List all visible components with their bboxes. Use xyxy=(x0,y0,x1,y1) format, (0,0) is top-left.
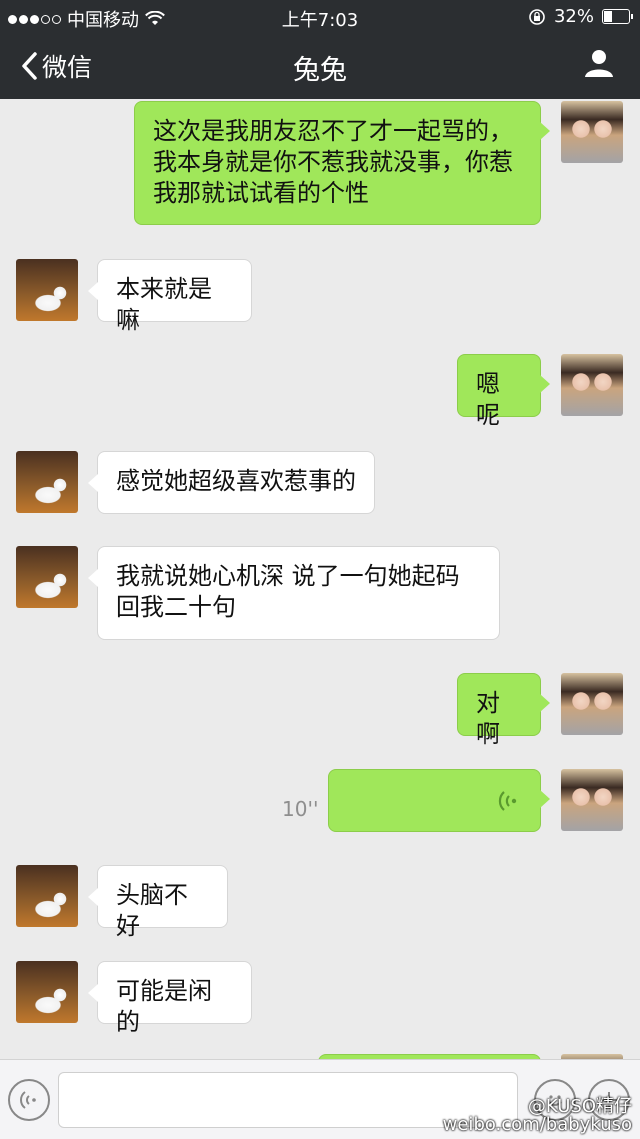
message-bubble[interactable]: 本来就是嘛 xyxy=(88,259,252,334)
my-avatar[interactable] xyxy=(561,101,623,163)
input-bar: @KUSO精仔 weibo.com/babykuso xyxy=(0,1059,640,1139)
voice-input-button[interactable] xyxy=(8,1079,50,1121)
contact-avatar[interactable] xyxy=(16,865,78,927)
chat-area[interactable]: 这次是我朋友忍不了才一起骂的，我本身就是你不惹我就没事，你惹我那就试试看的个性 … xyxy=(0,99,640,1059)
contact-avatar[interactable] xyxy=(16,451,78,513)
message-outgoing: 对啊 xyxy=(0,673,640,748)
message-incoming: 可能是闲的 xyxy=(0,961,640,1036)
nav-bar: 微信 兔兔 xyxy=(0,34,640,98)
message-incoming: 我就说她心机深 说了一句她起码回我二十句 xyxy=(0,546,640,642)
message-bubble[interactable]: 嗯呢 xyxy=(457,354,550,429)
message-text: 头脑不好 xyxy=(116,881,188,940)
chat-title: 兔兔 xyxy=(293,55,347,86)
message-text: 对啊 xyxy=(476,689,500,748)
message-bubble[interactable]: 头脑不好 xyxy=(88,865,228,940)
voice-message-bubble[interactable] xyxy=(328,769,550,832)
battery-icon xyxy=(602,9,633,24)
message-text: 可能是闲的 xyxy=(116,977,212,1036)
message-bubble[interactable]: 对啊 xyxy=(457,673,550,748)
message-bubble[interactable]: 感觉她超级喜欢惹事的 xyxy=(88,451,375,514)
person-icon[interactable] xyxy=(584,48,614,78)
contact-avatar[interactable] xyxy=(16,259,78,321)
voice-duration: 10'' xyxy=(282,797,319,821)
message-incoming: 本来就是嘛 xyxy=(0,259,640,334)
message-outgoing-voice: 10'' xyxy=(0,769,640,835)
rotation-lock-icon xyxy=(529,8,545,25)
message-incoming: 头脑不好 xyxy=(0,865,640,940)
message-text: 我就说她心机深 说了一句她起码回我二十句 xyxy=(116,562,460,621)
my-avatar[interactable] xyxy=(561,354,623,416)
watermark-url: weibo.com/babykuso xyxy=(442,1114,632,1135)
status-bar: 中国移动 上午7:03 32% xyxy=(0,0,640,32)
message-text: 本来就是嘛 xyxy=(116,275,212,334)
top-bar: 中国移动 上午7:03 32% 微信 兔兔 xyxy=(0,0,640,99)
message-outgoing: 嗯呢 xyxy=(0,354,640,429)
my-avatar[interactable] xyxy=(561,769,623,831)
voice-icon xyxy=(20,1091,36,1109)
message-bubble[interactable]: 我就说她心机深 说了一句她起码回我二十句 xyxy=(88,546,500,640)
message-bubble[interactable]: 可能是闲的 xyxy=(88,961,252,1036)
voice-wave-icon xyxy=(498,791,517,811)
message-text: 感觉她超级喜欢惹事的 xyxy=(116,467,356,495)
contact-avatar[interactable] xyxy=(16,546,78,608)
message-bubble[interactable]: 这次是我朋友忍不了才一起骂的，我本身就是你不惹我就没事，你惹我那就试试看的个性 xyxy=(134,101,550,225)
message-outgoing: 这次是我朋友忍不了才一起骂的，我本身就是你不惹我就没事，你惹我那就试试看的个性 xyxy=(0,99,640,229)
contact-avatar[interactable] xyxy=(16,961,78,1023)
battery-percent: 32% xyxy=(553,6,594,27)
message-text: 这次是我朋友忍不了才一起骂的，我本身就是你不惹我就没事，你惹我那就试试看的个性 xyxy=(153,117,513,207)
message-incoming: 感觉她超级喜欢惹事的 xyxy=(0,451,640,517)
message-text: 嗯呢 xyxy=(476,370,500,429)
my-avatar[interactable] xyxy=(561,673,623,735)
